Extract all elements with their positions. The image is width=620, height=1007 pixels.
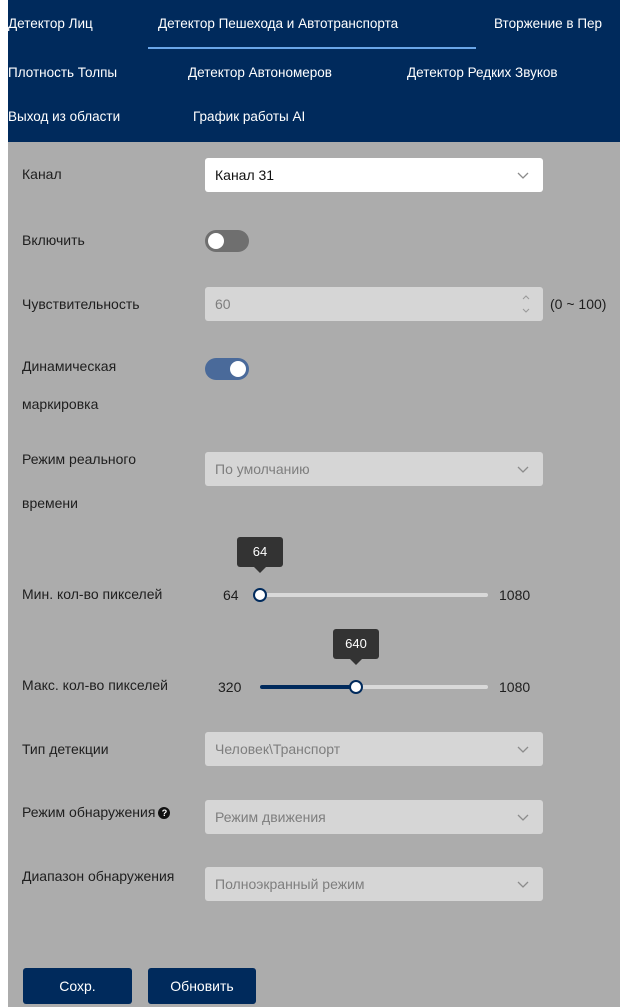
tab-face-detector[interactable]: Детектор Лиц xyxy=(8,16,93,31)
max-pixels-min: 320 xyxy=(218,679,242,695)
tab-crowd-density[interactable]: Плотность Толпы xyxy=(8,65,117,80)
detection-mode-label-text: Режим обнаружения xyxy=(22,804,156,820)
enable-toggle[interactable] xyxy=(205,230,249,252)
help-icon[interactable]: ? xyxy=(158,807,171,819)
spinner-arrows-icon[interactable] xyxy=(521,291,531,317)
realtime-mode-label-line2: времени xyxy=(22,495,78,511)
realtime-mode-select[interactable]: По умолчанию xyxy=(205,452,543,486)
chevron-down-icon xyxy=(517,452,529,486)
dynamic-marking-toggle[interactable] xyxy=(205,358,249,380)
tab-rare-sound-detector[interactable]: Детектор Редких Звуков xyxy=(407,65,558,80)
slider-value-tooltip: 640 xyxy=(333,629,379,665)
min-pixels-slider[interactable]: 64 xyxy=(237,537,488,602)
max-pixels-max: 1080 xyxy=(499,679,531,695)
max-pixels-label: Макс. кол-во пикселей xyxy=(22,677,168,693)
tab-license-plate-detector[interactable]: Детектор Автономеров xyxy=(188,65,332,80)
tab-pedestrian-vehicle-detector[interactable]: Детектор Пешехода и Автотранспорта xyxy=(158,16,398,31)
slider-thumb[interactable] xyxy=(253,588,267,602)
chevron-down-icon xyxy=(517,800,529,834)
slider-thumb[interactable] xyxy=(349,680,363,694)
tab-ai-schedule[interactable]: График работы AI xyxy=(193,109,305,124)
detection-range-value: Полноэкранный режим xyxy=(215,876,365,892)
toggle-knob xyxy=(230,361,246,377)
detection-type-select[interactable]: Человек\Транспорт xyxy=(205,732,543,766)
save-button[interactable]: Сохр. xyxy=(23,968,132,1004)
channel-select-value: Канал 31 xyxy=(215,167,275,183)
detection-mode-value: Режим движения xyxy=(215,809,326,825)
max-pixels-slider[interactable]: 640 xyxy=(260,629,488,694)
slider-value-tooltip: 64 xyxy=(237,537,283,573)
tab-bar: Детектор Лиц Детектор Пешехода и Автотра… xyxy=(8,0,620,142)
detection-mode-label: Режим обнаружения? xyxy=(22,798,171,827)
realtime-mode-label-line1: Режим реального xyxy=(22,451,136,467)
channel-label: Канал xyxy=(22,166,62,182)
min-pixels-max: 1080 xyxy=(499,587,531,603)
active-tab-indicator xyxy=(148,47,476,49)
dynamic-marking-label-line1: Динамическая xyxy=(22,358,117,374)
toggle-knob xyxy=(208,233,224,249)
detection-type-label: Тип детекции xyxy=(22,741,109,757)
detection-type-value: Человек\Транспорт xyxy=(215,741,341,757)
tab-area-exit[interactable]: Выход из области xyxy=(8,109,120,124)
slider-fill xyxy=(260,685,356,689)
dynamic-marking-label-line2: маркировка xyxy=(22,396,99,412)
sensitivity-range-hint: (0 ~ 100) xyxy=(550,296,607,312)
sensitivity-label: Чувствительность xyxy=(22,296,140,312)
settings-panel: Канал Канал 31 Включить Чувствительность… xyxy=(8,142,620,1007)
detection-range-label: Диапазон обнаружения xyxy=(22,868,175,884)
sensitivity-value: 60 xyxy=(215,296,231,312)
sensitivity-input[interactable]: 60 xyxy=(205,287,543,321)
realtime-mode-value: По умолчанию xyxy=(215,461,310,477)
min-pixels-min: 64 xyxy=(223,587,239,603)
chevron-down-icon xyxy=(517,158,529,192)
refresh-button[interactable]: Обновить xyxy=(148,968,256,1004)
chevron-down-icon xyxy=(517,867,529,901)
min-pixels-label: Мин. кол-во пикселей xyxy=(22,586,163,602)
tab-intrusion[interactable]: Вторжение в Пер xyxy=(494,16,602,31)
enable-label: Включить xyxy=(22,232,85,248)
channel-select[interactable]: Канал 31 xyxy=(205,158,543,192)
detection-range-select[interactable]: Полноэкранный режим xyxy=(205,867,543,901)
chevron-down-icon xyxy=(517,732,529,766)
detection-mode-select[interactable]: Режим движения xyxy=(205,800,543,834)
